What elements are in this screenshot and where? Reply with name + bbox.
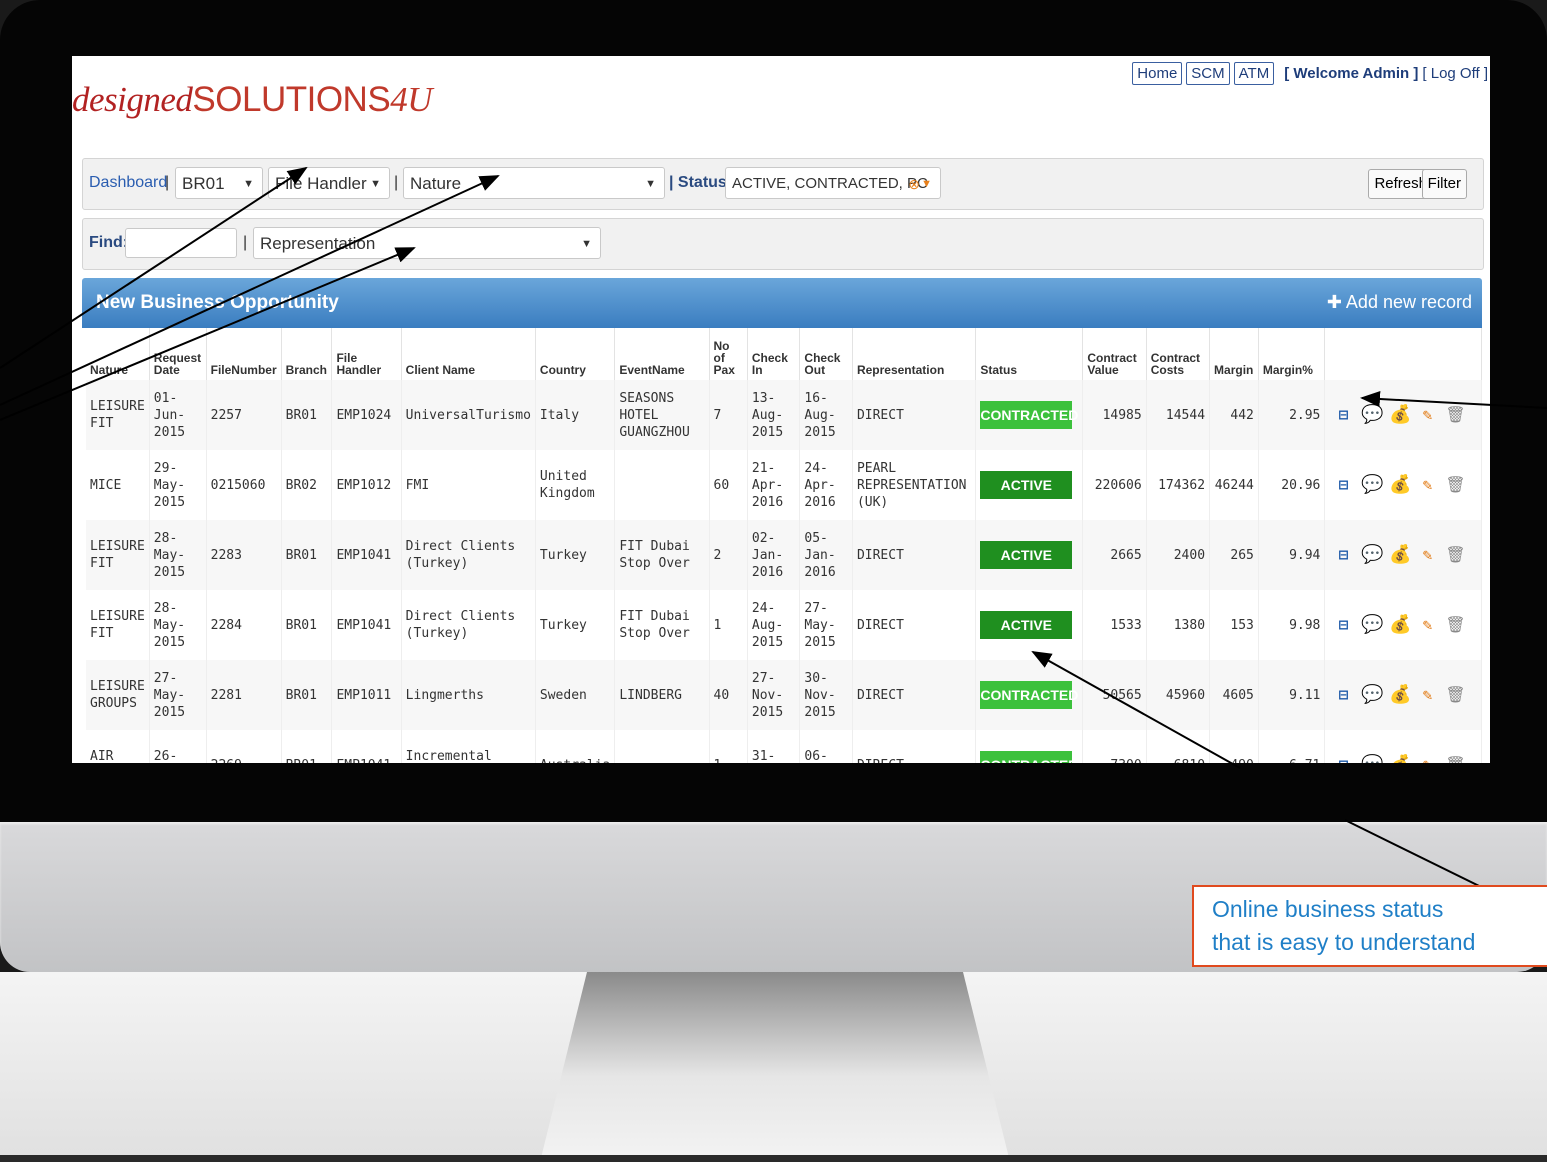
arrow-nature xyxy=(0,175,500,406)
arrow-representation xyxy=(0,247,416,421)
callout-line1: Online business status xyxy=(1212,896,1444,922)
callout-line2: that is easy to understand xyxy=(1212,929,1476,955)
annotation-arrows xyxy=(0,166,1547,913)
callout-box: Online business status that is easy to u… xyxy=(1192,885,1547,967)
arrow-file-handler xyxy=(0,166,308,369)
arrow-status xyxy=(1031,651,1241,769)
arrow-chat xyxy=(1360,390,1547,409)
